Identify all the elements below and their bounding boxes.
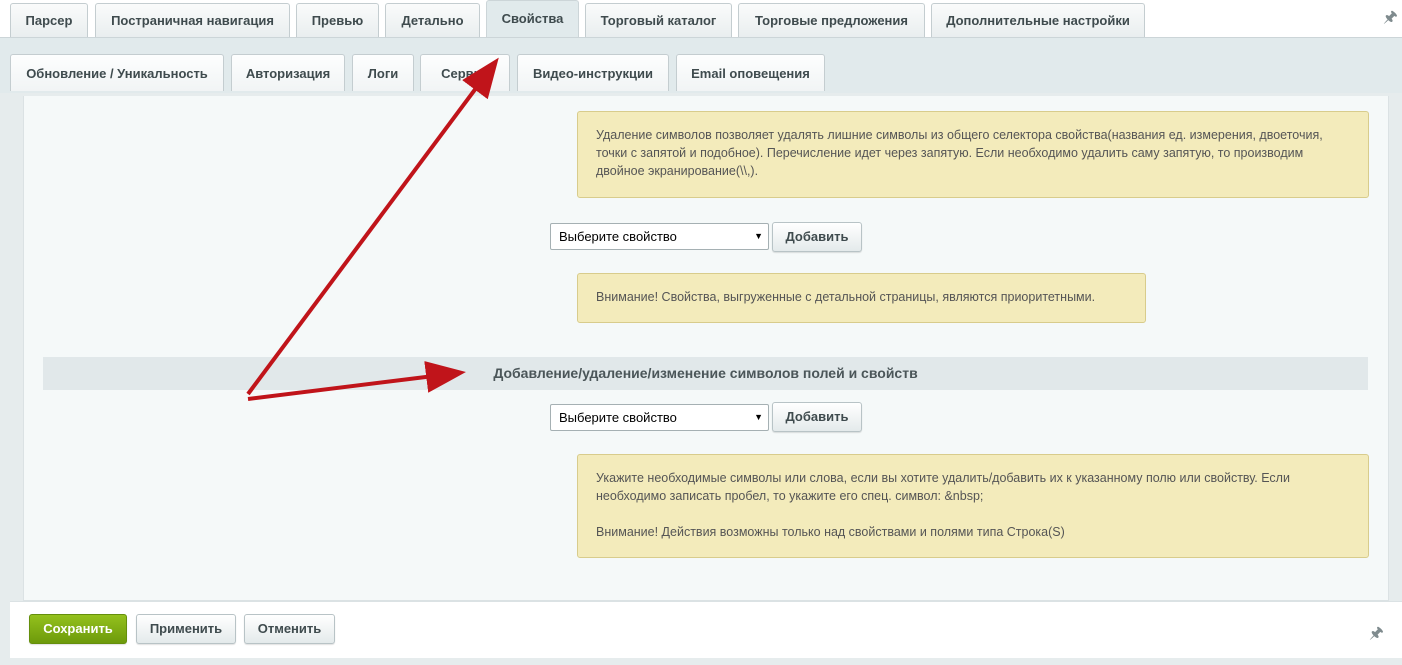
- symbols-note: Укажите необходимые символы или слова, е…: [577, 454, 1369, 558]
- add-button-1[interactable]: Добавить: [772, 222, 862, 252]
- symbols-section-title: Добавление/удаление/изменение символов п…: [43, 357, 1368, 390]
- symbols-note-text-1: Укажите необходимые символы или слова, е…: [596, 471, 1290, 503]
- properties-panel: Удаление символов позволяет удалять лишн…: [23, 96, 1389, 601]
- tab-trade-catalog[interactable]: Торговый каталог: [585, 3, 732, 37]
- save-button[interactable]: Сохранить: [29, 614, 127, 644]
- pin-icon[interactable]: 🖈: [1383, 6, 1398, 33]
- property-select-1[interactable]: Выберите свойство ▼: [550, 223, 769, 250]
- pin-icon[interactable]: 🖈: [1369, 622, 1384, 649]
- property-select-2[interactable]: Выберите свойство ▼: [550, 404, 769, 431]
- tab-service[interactable]: Сервис: [420, 54, 510, 91]
- removal-note: Удаление символов позволяет удалять лишн…: [577, 111, 1369, 198]
- sub-tab-bar: Обновление / Уникальность Авторизация Ло…: [0, 37, 1402, 93]
- tab-preview[interactable]: Превью: [296, 3, 379, 37]
- tab-detail[interactable]: Детально: [385, 3, 480, 37]
- tab-update-uniqueness[interactable]: Обновление / Уникальность: [10, 54, 224, 91]
- tab-pagination[interactable]: Постраничная навигация: [95, 3, 290, 37]
- priority-note: Внимание! Свойства, выгруженные с деталь…: [577, 273, 1146, 323]
- property-select-1-value: Выберите свойство: [559, 229, 677, 244]
- add-button-2[interactable]: Добавить: [772, 402, 862, 432]
- triangle-down-icon: ▼: [754, 231, 763, 241]
- tab-trade-offers[interactable]: Торговые предложения: [738, 3, 925, 37]
- tab-video-instructions[interactable]: Видео-инструкции: [517, 54, 669, 91]
- footer-bar: Сохранить Применить Отменить 🖈: [10, 601, 1402, 658]
- tab-authorization[interactable]: Авторизация: [231, 54, 345, 91]
- tab-email-notifications[interactable]: Email оповещения: [676, 54, 825, 91]
- cancel-button[interactable]: Отменить: [244, 614, 335, 644]
- apply-button[interactable]: Применить: [136, 614, 236, 644]
- main-tab-bar: Парсер Постраничная навигация Превью Дет…: [0, 0, 1402, 38]
- tab-logs[interactable]: Логи: [352, 54, 414, 91]
- tab-extra-settings[interactable]: Дополнительные настройки: [931, 3, 1145, 37]
- tab-parser[interactable]: Парсер: [10, 3, 88, 37]
- symbols-note-text-2: Внимание! Действия возможны только над с…: [596, 525, 1065, 539]
- property-select-2-value: Выберите свойство: [559, 410, 677, 425]
- triangle-down-icon: ▼: [754, 412, 763, 422]
- tab-properties[interactable]: Свойства: [486, 0, 579, 38]
